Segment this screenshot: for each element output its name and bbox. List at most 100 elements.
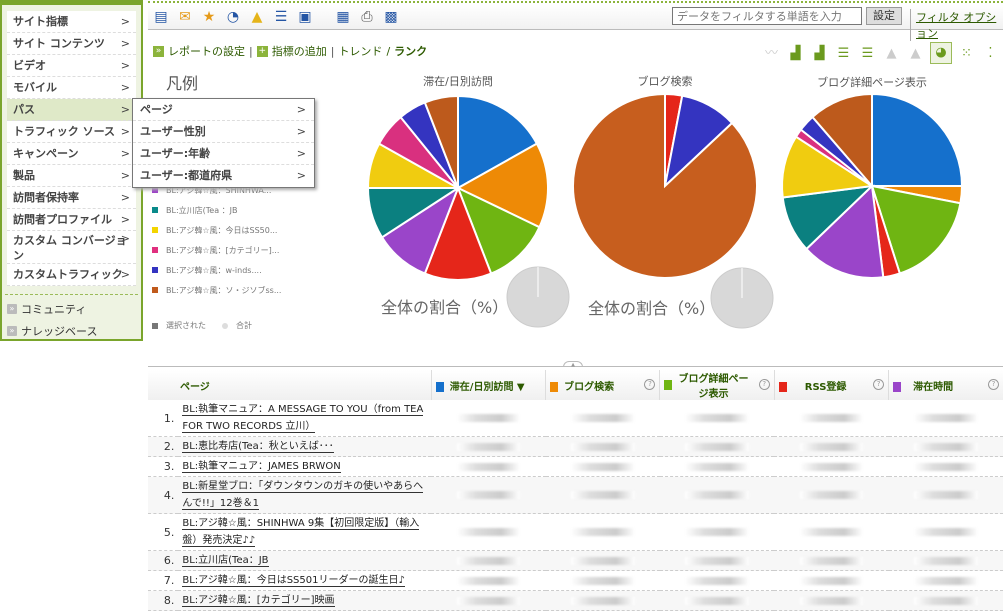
column-header-rss[interactable]: RSS登録? (773, 370, 889, 400)
pie-slice[interactable] (804, 183, 885, 279)
pie-slice[interactable] (663, 94, 734, 189)
pie-slice[interactable] (366, 187, 462, 239)
pie-slice[interactable] (781, 184, 875, 251)
page-link[interactable]: BL:アジ韓☆風：SHINHWA 9集【初回限定版】（輸入盤）発売決定♪♪ (182, 518, 420, 547)
page-link[interactable]: BL:新星堂ブロ：「ダウンタウンのガキの使いやあらへんで!!」12巻＆1 (182, 481, 424, 510)
set-button[interactable]: 設定 (866, 7, 902, 25)
export-icon[interactable]: ☰ (272, 8, 290, 26)
stacked-bar-icon[interactable]: ▟ (810, 44, 829, 63)
pie-slice[interactable] (380, 185, 461, 275)
sidebar-item-site-metrics[interactable]: サイト指標 > (7, 11, 136, 33)
legend-item[interactable]: BL:アジ韓☆風：[カテゴリー]... (152, 240, 281, 260)
legend-item[interactable]: BL:立川店(Tea ：JB (152, 200, 281, 220)
page-link[interactable]: BL:恵比寿店(Tea：秋といえば･･･ (182, 441, 334, 453)
horizontal-bar-icon[interactable]: ☰ (834, 44, 853, 63)
dashboard-add-icon[interactable]: ◔ (224, 8, 242, 26)
submenu-item-prefecture[interactable]: ユーザー:都道府県 > (133, 165, 314, 187)
pie-slice[interactable] (456, 186, 541, 275)
sidebar-item-mobile[interactable]: モバイル > (7, 77, 136, 99)
legend-item[interactable]: BL:アジ韓☆風：w-inds.... (152, 260, 281, 280)
obscured-value (685, 596, 750, 605)
pie-slice[interactable] (794, 128, 873, 187)
sidebar-item-custom-conversion[interactable]: カスタム コンバージョン > (7, 231, 136, 264)
chevron-right-icon: > (120, 103, 130, 116)
submenu-item-page[interactable]: ページ > (133, 99, 314, 121)
help-icon[interactable]: ? (873, 379, 885, 390)
add-metric-link[interactable]: 指標の追加 (272, 43, 327, 59)
metric-cell (545, 513, 660, 551)
submenu-item-gender[interactable]: ユーザー性別 > (133, 121, 314, 143)
scatter-icon[interactable]: ⁙ (957, 44, 976, 63)
page-cell: BL:執筆マニュア：A MESSAGE TO YOU（from TEA FOR … (178, 400, 432, 437)
pie-slice[interactable] (870, 184, 962, 275)
pie-slice[interactable] (572, 92, 758, 279)
sidebar-item-campaign[interactable]: キャンペーン > (7, 143, 136, 165)
rank-link[interactable]: ランク (394, 43, 427, 59)
pie-slice[interactable] (664, 92, 684, 187)
column-header-blog-search[interactable]: ブログ検索? (545, 370, 660, 400)
pie-slice[interactable] (377, 115, 459, 189)
sidebar-item-site-content[interactable]: サイト コンテンツ > (7, 33, 136, 55)
trend-link[interactable]: トレンド (338, 43, 382, 59)
page-link[interactable]: BL:執筆マニュア：JAMES BRWON (182, 461, 341, 473)
filter-input[interactable] (672, 7, 862, 25)
area-chart-icon[interactable]: ▲ (882, 44, 901, 63)
ruler-icon[interactable]: ▦ (334, 8, 352, 26)
save-icon[interactable]: ▤ (152, 8, 170, 26)
pie-slice[interactable] (871, 92, 964, 187)
sidebar-item-visitor-retention[interactable]: 訪問者保持率 > (7, 187, 136, 209)
submenu-item-age[interactable]: ユーザー:年齢 > (133, 143, 314, 165)
legend-item[interactable]: BL:アジ韓☆風：今日はSS50... (152, 220, 281, 240)
report-settings-link[interactable]: レポートの設定 (168, 43, 245, 59)
community-link[interactable]: » コミュニティ (2, 295, 141, 317)
column-header-visits[interactable]: 滞在/日別訪問 ▼ (430, 370, 546, 400)
sidebar-item-path[interactable]: パス > (7, 99, 136, 121)
sidebar-item-products[interactable]: 製品 > (7, 165, 136, 187)
pie-slice[interactable] (423, 185, 493, 281)
line-chart-icon[interactable]: 〰 (762, 44, 781, 63)
sidebar-item-video[interactable]: ビデオ > (7, 55, 136, 77)
page-link[interactable]: BL:アジ韓☆風：今日はSS501リーダーの誕生日♪ (182, 575, 405, 587)
pie-slice[interactable] (455, 142, 549, 229)
alert-add-icon[interactable]: ▲ (248, 8, 266, 26)
sidebar-item-custom-traffic[interactable]: カスタムトラフィック > (7, 264, 136, 286)
pie-slice[interactable] (781, 135, 875, 199)
window-add-icon[interactable]: ▣ (296, 8, 314, 26)
obscured-value (685, 556, 750, 565)
pie-chart-icon[interactable]: ◕ (930, 42, 952, 64)
pie-slice[interactable] (366, 142, 462, 189)
column-header-time[interactable]: 滞在時間? (888, 370, 1003, 400)
knowledge-base-link[interactable]: » ナレッジベース (2, 317, 141, 339)
pie-slice[interactable] (811, 92, 873, 189)
page-link[interactable]: BL:アジ韓☆風：[カテゴリー]映画 (182, 595, 335, 607)
bubble-icon[interactable]: ⁚ (981, 44, 1000, 63)
column-header-page[interactable]: ページ (148, 370, 431, 400)
sidebar-item-visitor-profile[interactable]: 訪問者プロファイル > (7, 209, 136, 231)
stacked-horizontal-bar-icon[interactable]: ☰ (858, 44, 877, 63)
row-number: 6. (148, 550, 179, 571)
help-icon[interactable]: ? (644, 379, 656, 390)
page-link[interactable]: BL:立川店(Tea：JB (182, 555, 269, 567)
pie-slice[interactable] (871, 185, 964, 205)
pie-slice[interactable] (423, 94, 459, 189)
sidebar-item-label: キャンペーン (13, 147, 79, 160)
email-icon[interactable]: ✉ (176, 8, 194, 26)
legend-item[interactable]: BL:アジ韓☆風：ソ・ジソブss... (152, 280, 281, 300)
pie-slice[interactable] (457, 94, 539, 190)
obscured-value (570, 528, 635, 536)
bar-chart-icon[interactable]: ▟ (786, 44, 805, 63)
page-link[interactable]: BL:執筆マニュア：A MESSAGE TO YOU（from TEA FOR … (182, 404, 424, 433)
star-add-icon[interactable]: ★ (200, 8, 218, 26)
pie-slice[interactable] (871, 185, 902, 279)
column-header-blog-detail[interactable]: ブログ詳細ページ表示? (659, 370, 775, 400)
help-icon[interactable]: ? (758, 379, 770, 390)
pie-slice[interactable] (799, 115, 873, 187)
sidebar-item-traffic-sources[interactable]: トラフィック ソース > (7, 121, 136, 143)
pie-slice[interactable] (399, 101, 459, 189)
collapse-handle[interactable]: ▲ (563, 361, 583, 368)
help-icon[interactable]: ? (988, 379, 999, 390)
print-icon[interactable]: ⎙ (358, 8, 376, 26)
folder-add-icon[interactable]: ▩ (382, 8, 400, 26)
filter-options-link[interactable]: フィルタ オプション (910, 9, 1003, 41)
stacked-area-icon[interactable]: ▲ (906, 44, 925, 63)
